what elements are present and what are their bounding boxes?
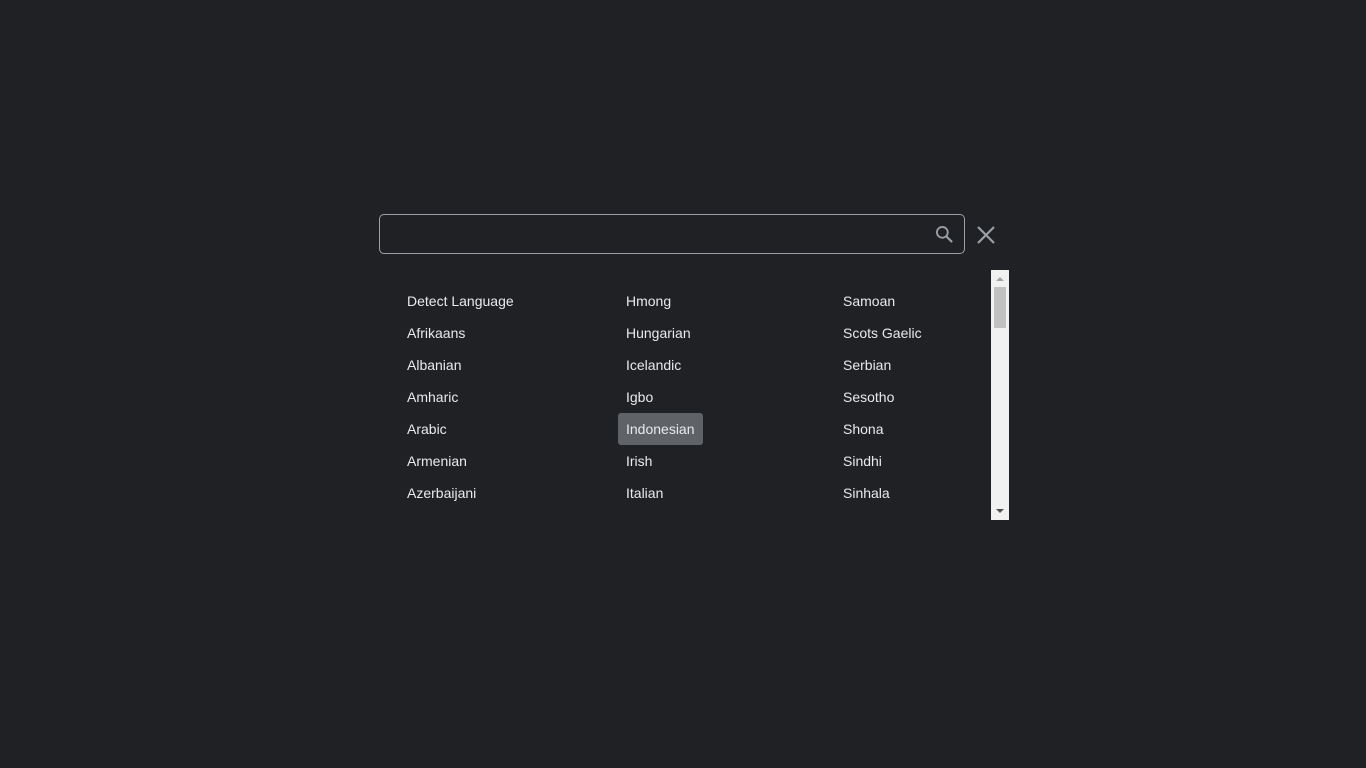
language-option[interactable]: Amharic	[399, 381, 466, 413]
language-column: Detect Language Afrikaans Albanian Amharic A…	[399, 285, 522, 509]
language-option[interactable]: Sinhala	[835, 477, 898, 509]
language-option[interactable]: Sindhi	[835, 445, 890, 477]
language-option[interactable]: Samoan	[835, 285, 903, 317]
language-option[interactable]: Igbo	[618, 381, 661, 413]
language-option[interactable]: Hungarian	[618, 317, 699, 349]
close-icon[interactable]	[975, 224, 997, 246]
search-box	[379, 214, 965, 254]
language-column: Hmong Hungarian Icelandic Igbo Indonesian Iri…	[618, 285, 703, 509]
language-option[interactable]: Scots Gaelic	[835, 317, 930, 349]
language-option[interactable]: Sesotho	[835, 381, 902, 413]
language-option[interactable]: Arabic	[399, 413, 455, 445]
search-input[interactable]	[380, 215, 920, 253]
language-option[interactable]: Hmong	[618, 285, 679, 317]
language-option[interactable]: Afrikaans	[399, 317, 473, 349]
language-option[interactable]: Serbian	[835, 349, 899, 381]
language-option[interactable]: Italian	[618, 477, 671, 509]
language-option[interactable]: Icelandic	[618, 349, 689, 381]
scroll-thumb[interactable]	[994, 287, 1006, 328]
scroll-up-icon[interactable]	[991, 272, 1009, 286]
language-option[interactable]: Detect Language	[399, 285, 522, 317]
language-option[interactable]: Albanian	[399, 349, 470, 381]
language-list: Detect Language Afrikaans Albanian Amharic A…	[379, 270, 991, 520]
scroll-down-icon[interactable]	[991, 504, 1009, 518]
scrollbar[interactable]	[991, 270, 1009, 520]
language-option[interactable]: Armenian	[399, 445, 475, 477]
language-option[interactable]: Shona	[835, 413, 891, 445]
language-option[interactable]: Azerbaijani	[399, 477, 484, 509]
language-column: Samoan Scots Gaelic Serbian Sesotho Shona Sin…	[835, 285, 930, 509]
language-option[interactable]: Indonesian	[618, 413, 703, 445]
language-option[interactable]: Irish	[618, 445, 660, 477]
search-icon[interactable]	[934, 224, 954, 244]
